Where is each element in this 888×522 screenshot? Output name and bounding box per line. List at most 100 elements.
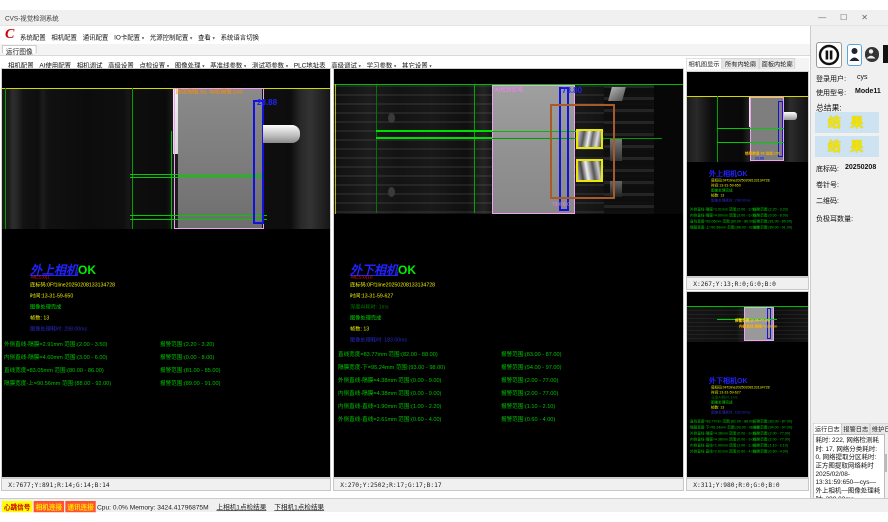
left-green-hline-4 xyxy=(130,219,267,220)
menu-item-3[interactable]: IO卡配置 ▾ xyxy=(114,32,144,42)
menu-item-6[interactable]: 系统语言切换 xyxy=(221,32,259,42)
log-tab-0[interactable]: 运行日志 xyxy=(813,423,842,434)
right-alarm-3: 报警范围:(2.00 - 77.00) xyxy=(501,389,558,397)
qr-code-label: 二维码: xyxy=(816,195,839,205)
close-button[interactable]: ✕ xyxy=(861,13,882,22)
user-button[interactable] xyxy=(865,47,879,62)
right-result-done: 图像处理完成 xyxy=(350,315,381,321)
barcode-label: 底标码: xyxy=(816,163,839,173)
stop-blue-box xyxy=(778,101,783,157)
log-scrollbar[interactable] xyxy=(884,454,887,472)
sbot-overlay-text1: 报警范围:(2.00-77.00) xyxy=(735,319,770,323)
menu-item-1[interactable]: 相机配置 xyxy=(51,32,77,42)
left-green-hline-3 xyxy=(130,215,267,216)
maximize-button[interactable]: ☐ xyxy=(840,13,861,22)
stop-mini-alarm-1: 报警范围:(0.00 - 8.00) xyxy=(753,214,788,218)
log-tabs: 运行日志报警日志维护日志 xyxy=(813,423,888,435)
side-panel: 登录用户: cys 使用型号: Mode11 总结果: 结 果 结 果 底标码:… xyxy=(810,26,888,512)
left-blue-value: 23.88 xyxy=(257,98,277,107)
left-result-cost: 图像处理耗时: 298.00ms xyxy=(30,326,87,332)
right-screw-1 xyxy=(388,113,395,123)
right-measure-2: 外侧直线-隔膜=4.38mm 范围:(0.00 - 9.00) xyxy=(338,376,441,384)
small-view-tab-0[interactable]: 相机图显示 xyxy=(686,58,722,69)
left-green-vline-1 xyxy=(5,88,6,229)
right-result-barcode: 底标码:0Ff1line20250208133134728 xyxy=(350,282,435,288)
right-camera-view[interactable]: AI检测区域73.8073.8 0.0外下相机OKMES:0|10底标码:0Ff… xyxy=(333,68,684,478)
stop-green-hline-1 xyxy=(717,128,784,129)
sbot-mini-line1: 底标码:0Ff1line20250208133134728 xyxy=(711,386,770,390)
log-tab-2[interactable]: 维护日志 xyxy=(870,423,888,434)
exit-button[interactable] xyxy=(882,44,888,64)
small-top-camera-view[interactable]: 结果数值:93 动态:10023.88外上相机OK底标码:0Ff1line202… xyxy=(686,71,809,277)
right-measure-1: 隔膜宽度-下=95.24mm 范围:(93.00 - 98.00) xyxy=(338,363,445,371)
stop-mini-measure-3: 隔膜宽度-上=90.56mm 范围:(88.00 - 92.00) xyxy=(690,226,759,230)
stop-green-vline xyxy=(717,96,718,162)
title-bar: CVS-视觉检测系统 —☐✕ xyxy=(0,10,888,26)
left-result-frames: 帧数: 13 xyxy=(30,315,49,321)
stop-mini-camera: 外上相机OK xyxy=(709,169,748,179)
small-view-tab-2[interactable]: 面板内轮廓 xyxy=(759,58,795,69)
left-alarm-3: 报警范围:(89.00 - 91.00) xyxy=(160,379,220,387)
stop-overlay-text: 结果数值:93 动态:100 xyxy=(745,152,780,156)
stop-mini-line5: 图像处理耗时: 298.00ms xyxy=(711,199,750,203)
right-green-vline-2 xyxy=(474,85,475,213)
left-photo xyxy=(2,89,330,229)
left-green-vline-2 xyxy=(132,88,133,229)
pause-button[interactable] xyxy=(816,42,842,68)
left-camera-view[interactable]: 固定阈值:93, 动态阈值:10023.88外上相机OKMES:0|1底标码:0… xyxy=(1,68,331,478)
small-view-tab-1[interactable]: 所有内轮廓 xyxy=(723,58,759,69)
small-bottom-coordbar: X:311;Y:980;R:0;G:0;B:0 xyxy=(686,478,809,491)
right-green-hseg-1 xyxy=(376,130,492,132)
menu-item-5[interactable]: 查看 ▾ xyxy=(198,32,215,42)
menu-item-2[interactable]: 通讯配置 xyxy=(83,32,109,42)
stop-mini-line4: 帧数: 13 xyxy=(711,194,724,198)
left-measure-2: 直线宽度=83.05mm 范围:(80.00 - 86.00) xyxy=(4,366,104,374)
stop-mini-alarm-0: 报警范围:(2.20 - 3.20) xyxy=(753,208,788,212)
barcode-value: 20250208 xyxy=(845,163,876,171)
stop-mini-alarm-2: 报警范围:(81.00 - 85.00) xyxy=(753,220,792,224)
tab-row: 运行图像 xyxy=(0,44,888,56)
pin-number-label: 卷针号: xyxy=(816,179,839,189)
small-bottom-camera-view[interactable]: 报警范围:(2.00-77.00)内侧直线-隔膜=4.38mm外下相机OK底标码… xyxy=(686,291,809,478)
log-text-box[interactable]: 耗时: 222, 网络检测耗时: 17, 网络分类耗时: 0, 网络提取分区耗时… xyxy=(813,434,885,500)
tab-run-image[interactable]: 运行图像 xyxy=(2,45,37,53)
left-result-mes: MES:0|1 xyxy=(31,275,50,280)
stop-mini-alarm-3: 报警范围:(89.00 - 91.00) xyxy=(753,226,792,230)
right-yellow-box-1 xyxy=(576,129,603,149)
small-view-tabs: 相机图显示所有内轮廓面板内轮廓 xyxy=(686,58,809,71)
left-cell-pink-box xyxy=(174,88,264,229)
upper-camera-check-link[interactable]: 上相机1点检结果 xyxy=(217,504,267,511)
sbot-mini-camera: 外下相机OK xyxy=(709,376,748,386)
right-result-cost: 图像处理耗时: 183.00ms xyxy=(350,337,407,343)
right-alarm-1: 报警范围:(94.00 - 97.00) xyxy=(501,363,561,371)
sbot-mini-measure-1: 隔膜宽度-下=95.24mm 范围:(93.00 - 98.00) xyxy=(690,426,759,430)
left-yellow-line xyxy=(2,88,331,89)
left-alarm-1: 报警范围:(0.00 - 8.00) xyxy=(160,353,214,361)
right-green-vline-1 xyxy=(376,85,377,213)
cpu-memory-text: Cpu: 0.0% Memory: 3424.41796875M xyxy=(97,504,209,511)
left-green-hline-1 xyxy=(130,174,263,175)
right-result-frames: 帧数: 13 xyxy=(350,326,369,332)
stop-tab-object xyxy=(784,112,797,120)
menu-items: 系统配置相机配置通讯配置 IO卡配置 ▾ 光源控制配置 ▾ 查看 ▾ 系统语言切换 xyxy=(20,31,265,43)
login-user-label: 登录用户: xyxy=(816,73,846,83)
menu-item-0[interactable]: 系统配置 xyxy=(20,32,46,42)
sbot-mini-measure-3: 内侧直线-隔膜=4.38mm 范围:(0.00 - 9.00) xyxy=(690,438,757,442)
stop-overlay-text2: 23.88 xyxy=(755,157,764,161)
window-controls: —☐✕ xyxy=(818,13,882,22)
right-measure-4: 内侧直线-直线=1.90mm 范围:(1.00 - 2.20) xyxy=(338,402,441,410)
left-camera-coordbar: X:7677;Y:891;R:14;G:14;B:14 xyxy=(1,478,331,491)
stop-yellow-line xyxy=(687,96,809,97)
menu-bar: C 系统配置相机配置通讯配置IO卡配置 ▾光源控制配置 ▾查看 ▾系统语言切换 xyxy=(0,26,888,44)
login-user-button[interactable] xyxy=(847,44,862,66)
sbot-mini-alarm-3: 报警范围:(2.00 - 77.00) xyxy=(753,438,790,442)
right-dark-zone xyxy=(654,85,684,214)
minimize-button[interactable]: — xyxy=(818,13,840,22)
left-measure-0: 外侧直线-隔膜=2.91mm 范围:(2.00 - 3.50) xyxy=(4,340,107,348)
log-tab-1[interactable]: 报警日志 xyxy=(842,423,871,434)
sbot-mini-alarm-4: 报警范围:(1.10 - 2.10) xyxy=(753,444,788,448)
lower-camera-check-link[interactable]: 下相机1点检结果 xyxy=(274,504,324,511)
sbot-mini-line6: 图像处理耗时: 183.00ms xyxy=(711,411,750,415)
heartbeat-badge: 心跳信号 xyxy=(2,501,32,512)
menu-item-4[interactable]: 光源控制配置 ▾ xyxy=(150,32,192,42)
